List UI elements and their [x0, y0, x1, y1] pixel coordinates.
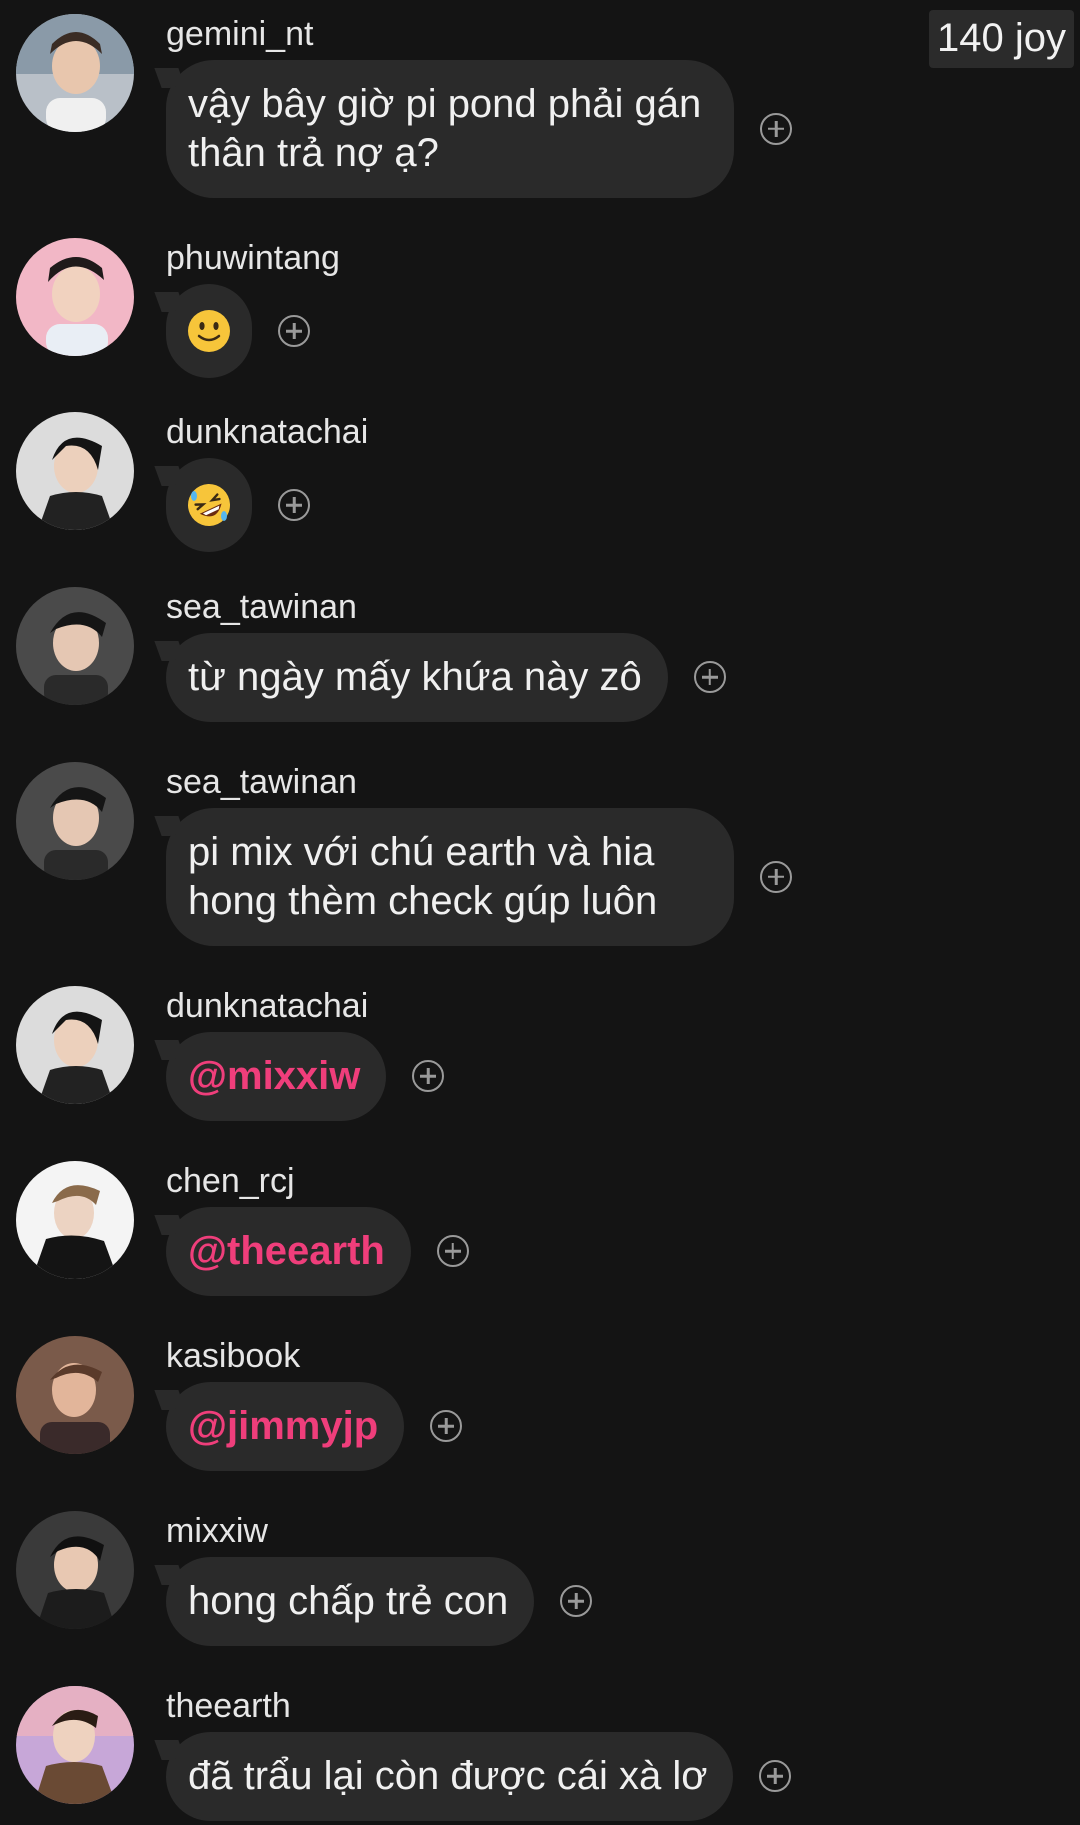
message-bubble[interactable]: hong chấp trẻ con: [166, 1557, 535, 1646]
add-reaction-icon[interactable]: [278, 489, 310, 521]
avatar[interactable]: [16, 587, 134, 705]
avatar[interactable]: [16, 762, 134, 880]
message-bubble[interactable]: [166, 284, 252, 378]
message-row: @theearth: [166, 1207, 469, 1296]
message-bubble[interactable]: từ ngày mấy khứa này zô: [166, 633, 668, 722]
message-row: [166, 458, 310, 552]
avatar[interactable]: [16, 1336, 134, 1454]
username[interactable]: kasibook: [166, 1336, 300, 1377]
mention-link[interactable]: @theearth: [188, 1229, 385, 1273]
message-row: hong chấp trẻ con: [166, 1557, 593, 1646]
add-reaction-icon[interactable]: [430, 1410, 463, 1443]
add-reaction-icon[interactable]: [760, 860, 792, 893]
avatar[interactable]: [16, 238, 134, 356]
message-row: vậy bây giờ pi pond phải gán thân trả nợ…: [166, 60, 792, 198]
message-row: [166, 284, 310, 378]
username[interactable]: theearth: [166, 1686, 291, 1727]
message-row: @mixxiw: [166, 1032, 445, 1121]
message-bubble[interactable]: vậy bây giờ pi pond phải gán thân trả nợ…: [166, 60, 734, 198]
username[interactable]: gemini_nt: [166, 14, 313, 55]
username[interactable]: dunknatachai: [166, 412, 368, 453]
avatar[interactable]: [16, 1161, 134, 1279]
message-row: pi mix với chú earth và hia hong thèm ch…: [166, 808, 792, 946]
username[interactable]: chen_rcj: [166, 1161, 295, 1202]
mention-link[interactable]: @jimmyjp: [188, 1404, 378, 1448]
avatar[interactable]: [16, 1511, 134, 1629]
add-reaction-icon[interactable]: [412, 1060, 445, 1093]
rolling-on-floor-laughing-icon: [188, 484, 230, 526]
reaction-count-badge: 140 joy: [929, 10, 1074, 68]
message-bubble[interactable]: [166, 458, 252, 552]
username[interactable]: mixxiw: [166, 1511, 268, 1552]
add-reaction-icon[interactable]: [278, 315, 310, 347]
add-reaction-icon[interactable]: [560, 1585, 593, 1618]
message-bubble[interactable]: @theearth: [166, 1207, 411, 1296]
avatar[interactable]: [16, 14, 134, 132]
add-reaction-icon[interactable]: [436, 1235, 469, 1268]
message-row: đã trẩu lại còn được cái xà lơ: [166, 1732, 792, 1821]
mention-link[interactable]: @mixxiw: [188, 1054, 360, 1098]
message-row: @jimmyjp: [166, 1382, 463, 1471]
username[interactable]: sea_tawinan: [166, 762, 357, 803]
username[interactable]: phuwintang: [166, 238, 340, 279]
avatar[interactable]: [16, 1686, 134, 1804]
message-bubble[interactable]: @mixxiw: [166, 1032, 387, 1121]
avatar[interactable]: [16, 412, 134, 530]
message-bubble[interactable]: đã trẩu lại còn được cái xà lơ: [166, 1732, 734, 1821]
username[interactable]: sea_tawinan: [166, 587, 357, 628]
message-row: từ ngày mấy khứa này zô: [166, 633, 726, 722]
message-bubble[interactable]: pi mix với chú earth và hia hong thèm ch…: [166, 808, 734, 946]
avatar[interactable]: [16, 986, 134, 1104]
username[interactable]: dunknatachai: [166, 986, 368, 1027]
slightly-smiling-face-icon: [188, 310, 230, 352]
add-reaction-icon[interactable]: [760, 112, 792, 145]
add-reaction-icon[interactable]: [693, 661, 726, 694]
message-bubble[interactable]: @jimmyjp: [166, 1382, 405, 1471]
add-reaction-icon[interactable]: [759, 1760, 792, 1793]
